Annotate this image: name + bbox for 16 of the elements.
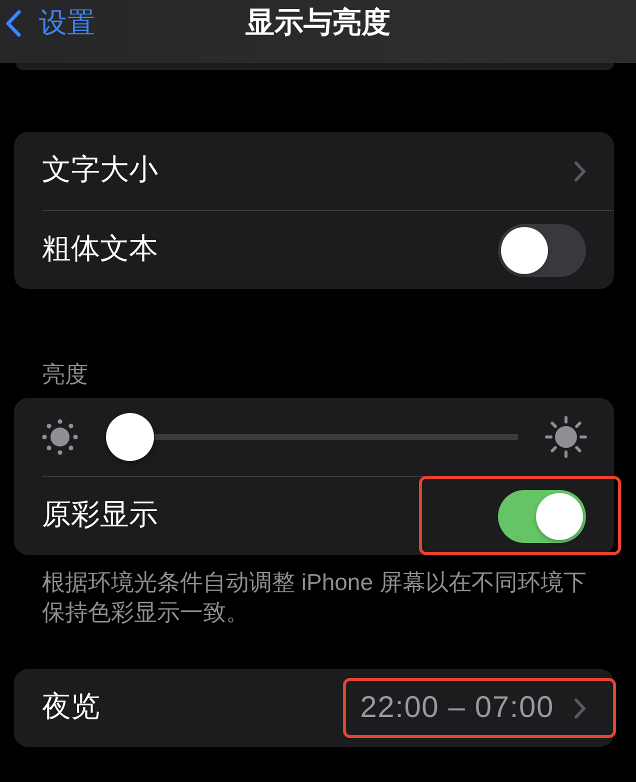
setting-label: 原彩显示 (42, 500, 158, 532)
bright-sun-icon (545, 416, 587, 458)
chevron-right-icon (574, 698, 586, 718)
nav-title: 显示与亮度 (246, 8, 390, 38)
chevron-right-icon (574, 160, 586, 182)
chevron-left-icon (5, 10, 21, 36)
section-footer: 根据环境光条件自动调整 iPhone 屏幕以在不同环境下保持色彩显示一致。 (42, 567, 598, 627)
setting-label: 粗体文本 (42, 234, 158, 266)
back-button[interactable]: 设置 (0, 9, 95, 37)
setting-value: 22:00 – 07:00 (360, 693, 554, 723)
setting-label: 文字大小 (42, 155, 158, 187)
section-header: 亮度 (41, 362, 89, 386)
slider-thumb[interactable] (106, 413, 154, 461)
dim-sun-icon (42, 419, 78, 455)
setting-label: 夜览 (42, 692, 100, 724)
toggle-switch[interactable] (498, 490, 586, 542)
